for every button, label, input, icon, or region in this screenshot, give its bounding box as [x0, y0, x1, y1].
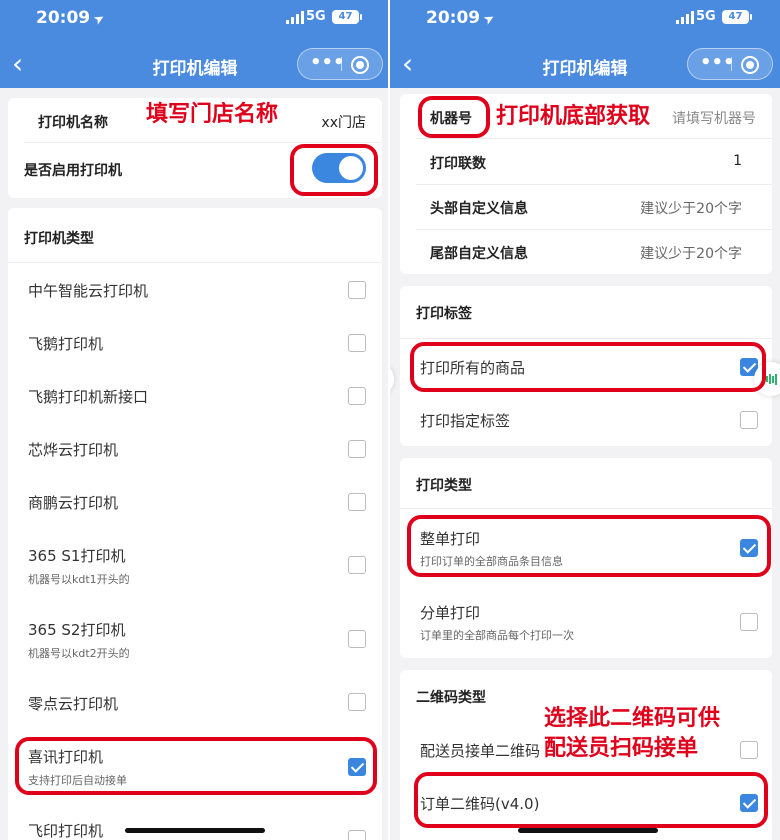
print-label-header: 打印标签 — [400, 303, 772, 325]
signal-icon — [286, 11, 304, 24]
printer-type-label: 芯烨云打印机 — [28, 441, 119, 459]
printer-type-label: 飞印打印机 — [28, 822, 104, 840]
network-type: 5G — [696, 9, 716, 24]
location-arrow-icon: ➤ — [481, 10, 499, 29]
print-type-hint: 订单里的全部商品每个打印一次 — [420, 629, 574, 642]
printer-type-hint: 机器号以kdt2开头的 — [28, 647, 130, 660]
home-indicator — [518, 828, 658, 833]
print-label-option-label: 打印指定标签 — [420, 412, 511, 430]
qr-type-title: 二维码类型 — [416, 690, 486, 706]
print-type-title: 打印类型 — [416, 478, 472, 494]
divider — [24, 142, 382, 143]
printer-type-checkbox[interactable] — [348, 556, 366, 574]
footer-info-row[interactable]: 尾部自定义信息 建议少于20个字 — [400, 243, 772, 265]
printer-type-checkbox[interactable] — [348, 334, 366, 352]
divider — [416, 229, 772, 230]
machine-no-input[interactable]: 请填写机器号 — [672, 108, 756, 128]
battery-icon: 47 — [332, 10, 362, 24]
voice-assistant-icon[interactable] — [390, 362, 394, 396]
nav-bar: 20:09➤ 5G 47 ‹ 打印机编辑 ••• — [0, 0, 390, 88]
printer-type-checkbox[interactable] — [348, 440, 366, 458]
highlight-print-all — [410, 342, 766, 392]
divider — [400, 508, 772, 509]
copies-label: 打印联数 — [430, 156, 486, 172]
enable-label: 是否启用打印机 — [24, 163, 122, 179]
divider — [416, 138, 772, 139]
printer-type-checkbox[interactable] — [348, 493, 366, 511]
printer-name-input[interactable]: xx门店 — [321, 112, 366, 132]
printer-type-label: 零点云打印机 — [28, 695, 119, 713]
printer-type-label: 飞鹅打印机 — [28, 335, 104, 353]
capsule-divider — [341, 57, 342, 71]
nav-bar: 20:09➤ 5G 47 ‹ 打印机编辑 ••• — [390, 0, 780, 88]
right-screen: 20:09➤ 5G 47 ‹ 打印机编辑 ••• 机器号 请填写机器号 打印联数… — [390, 0, 780, 840]
copies-row[interactable]: 打印联数 1 — [400, 153, 772, 175]
printer-type-checkbox[interactable] — [348, 830, 366, 840]
print-type-checkbox[interactable] — [740, 613, 758, 631]
qr-option-label: 配送员接单二维码 — [420, 742, 541, 760]
more-ellipsis-icon[interactable]: ••• — [310, 49, 345, 79]
print-label-checkbox[interactable] — [740, 411, 758, 429]
annotation-qr-line-1: 选择此二维码可供 — [544, 706, 721, 731]
printer-type-title: 打印机类型 — [24, 231, 94, 247]
footer-info-input[interactable]: 建议少于20个字 — [640, 243, 742, 263]
highlight-order-qr — [414, 772, 768, 828]
printer-type-label: 365 S1打印机 — [28, 547, 126, 565]
mini-program-capsule: ••• — [297, 48, 383, 80]
annotation-store-name: 填写门店名称 — [146, 102, 279, 127]
annotation-qr-line-2: 配送员扫码接单 — [544, 736, 699, 761]
header-info-row[interactable]: 头部自定义信息 建议少于20个字 — [400, 198, 772, 220]
network-type: 5G — [306, 9, 326, 24]
status-bar: 20:09➤ 5G 47 — [0, 8, 390, 30]
printer-type-checkbox[interactable] — [348, 387, 366, 405]
divider — [416, 184, 772, 185]
header-info-input[interactable]: 建议少于20个字 — [640, 198, 742, 218]
print-type-header: 打印类型 — [400, 475, 772, 497]
copies-input[interactable]: 1 — [733, 153, 742, 169]
print-type-label: 分单打印 — [420, 604, 481, 622]
divider — [8, 262, 382, 263]
printer-type-header: 打印机类型 — [8, 228, 382, 250]
battery-icon: 47 — [722, 10, 752, 24]
printer-type-label: 中午智能云打印机 — [28, 282, 149, 300]
divider — [400, 338, 772, 339]
close-target-icon[interactable] — [351, 56, 369, 74]
home-indicator — [125, 828, 265, 833]
mini-program-capsule: ••• — [687, 48, 773, 80]
highlight-machine-no — [418, 96, 490, 138]
close-target-icon[interactable] — [741, 56, 759, 74]
printer-type-checkbox[interactable] — [348, 630, 366, 648]
left-screen: 20:09➤ 5G 47 ‹ 打印机编辑 ••• 打印机名称 xx门店 是否启用… — [0, 0, 390, 840]
printer-type-label: 飞鹅打印机新接口 — [28, 388, 149, 406]
header-info-label: 头部自定义信息 — [430, 201, 528, 217]
status-time: 20:09➤ — [426, 8, 499, 29]
highlight-selected-printer — [15, 737, 377, 795]
footer-info-label: 尾部自定义信息 — [430, 246, 528, 262]
printer-type-hint: 机器号以kdt1开头的 — [28, 573, 130, 586]
printer-type-checkbox[interactable] — [348, 693, 366, 711]
signal-icon — [676, 11, 694, 24]
more-ellipsis-icon[interactable]: ••• — [700, 49, 735, 79]
print-label-title: 打印标签 — [416, 306, 472, 322]
annotation-machine-no: 打印机底部获取 — [496, 104, 651, 129]
capsule-divider — [731, 57, 732, 71]
highlight-full-print — [407, 515, 771, 577]
status-bar: 20:09➤ 5G 47 — [390, 8, 780, 30]
printer-type-checkbox[interactable] — [348, 281, 366, 299]
location-arrow-icon: ➤ — [91, 10, 109, 29]
qr-checkbox[interactable] — [740, 741, 758, 759]
printer-name-label: 打印机名称 — [38, 115, 108, 131]
printer-type-label: 商鹏云打印机 — [28, 494, 119, 512]
printer-type-label: 365 S2打印机 — [28, 621, 126, 639]
highlight-toggle — [290, 144, 378, 196]
status-time: 20:09➤ — [36, 8, 109, 29]
